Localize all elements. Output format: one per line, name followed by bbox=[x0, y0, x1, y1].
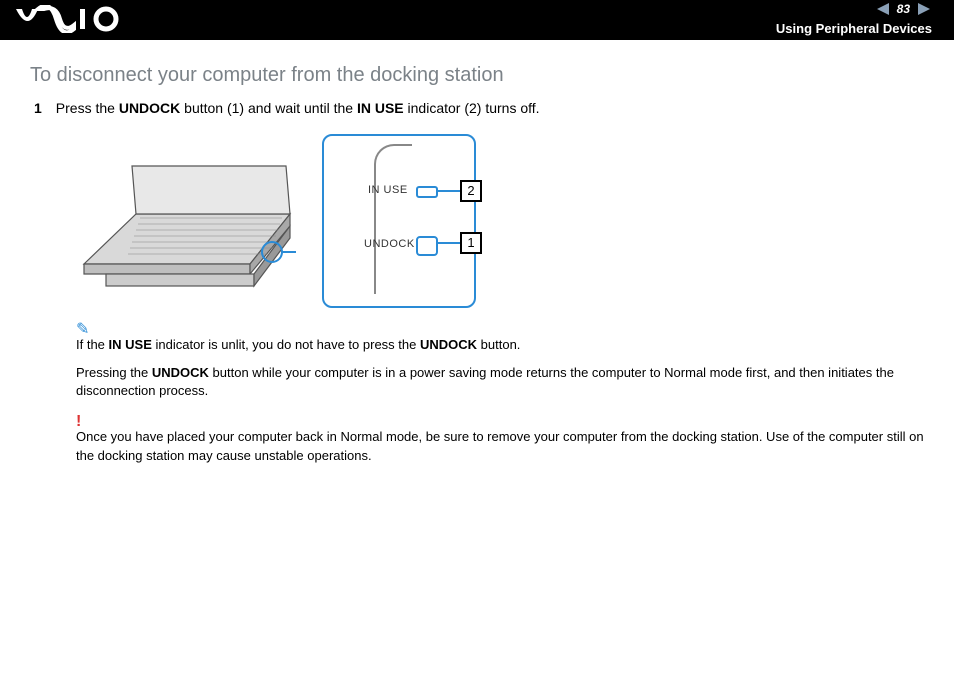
note-1-text: If the IN USE indicator is unlit, you do… bbox=[76, 336, 924, 354]
in-use-indicator-icon bbox=[416, 186, 438, 198]
step-1: 1 Press the UNDOCK button (1) and wait u… bbox=[34, 99, 924, 118]
figure: IN USE UNDOCK 2 1 bbox=[76, 134, 924, 308]
label-undock: UNDOCK bbox=[364, 238, 415, 250]
page-number: 83 bbox=[897, 2, 910, 16]
laptop-illustration bbox=[76, 134, 296, 294]
label-in-use: IN USE bbox=[368, 184, 408, 196]
page-heading: To disconnect your computer from the doc… bbox=[30, 64, 924, 87]
page-nav: 83 bbox=[877, 2, 930, 16]
callout-number-1: 1 bbox=[460, 232, 482, 254]
vaio-logo bbox=[14, 5, 124, 33]
prev-page-icon[interactable] bbox=[877, 3, 889, 15]
dock-outline bbox=[374, 144, 412, 294]
callout-number-2: 2 bbox=[460, 180, 482, 202]
undock-button-icon bbox=[416, 236, 438, 256]
note-1: ✎ If the IN USE indicator is unlit, you … bbox=[76, 322, 924, 354]
step-text: Press the UNDOCK button (1) and wait unt… bbox=[56, 99, 540, 118]
header-bar: 83 Using Peripheral Devices bbox=[0, 0, 954, 40]
caution-text: Once you have placed your computer back … bbox=[76, 428, 924, 464]
leader-line-2 bbox=[436, 190, 460, 192]
leader-line-1 bbox=[436, 242, 460, 244]
next-page-icon[interactable] bbox=[918, 3, 930, 15]
caution-block: ! Once you have placed your computer bac… bbox=[76, 414, 924, 464]
page-content: To disconnect your computer from the doc… bbox=[0, 40, 954, 465]
section-title: Using Peripheral Devices bbox=[776, 21, 932, 36]
paragraph-1: Pressing the UNDOCK button while your co… bbox=[76, 364, 924, 400]
step-number: 1 bbox=[34, 99, 42, 118]
callout-panel: IN USE UNDOCK 2 1 bbox=[322, 134, 476, 308]
